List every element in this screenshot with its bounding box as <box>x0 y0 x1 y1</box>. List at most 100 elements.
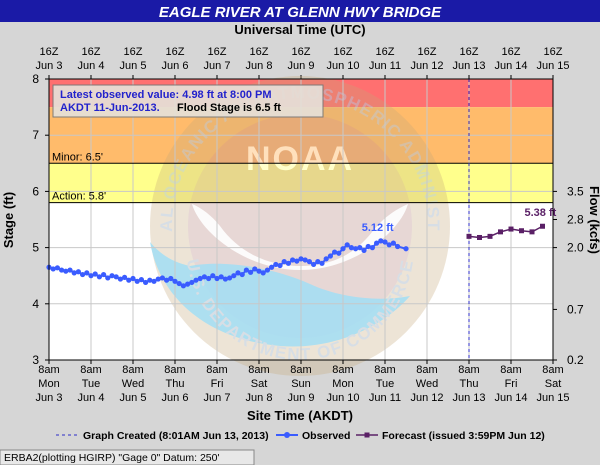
bottom-tick-label-day: Tue <box>376 378 395 390</box>
bottom-tick-label-time: 8am <box>164 364 185 376</box>
top-axis-label: Universal Time (UTC) <box>234 22 365 37</box>
legend-observed-marker <box>284 432 290 438</box>
bottom-tick-label-time: 8am <box>248 364 269 376</box>
callout-line-2: AKDT 11-Jun-2013. <box>60 102 160 114</box>
observed-point <box>285 260 291 266</box>
bottom-tick-label-day: Fri <box>211 378 224 390</box>
bottom-axis-ticks: 8am Mon Jun 3 8am Tue Jun 4 8am Wed Jun 5 8am Thu J… <box>36 360 570 404</box>
bottom-tick-label-day: Thu <box>166 378 185 390</box>
observed-point <box>403 246 409 252</box>
top-tick-label-utc: 16Z <box>418 46 437 58</box>
bottom-tick-label-time: 8am <box>38 364 59 376</box>
bottom-tick-label-day: Sun <box>291 378 311 390</box>
bottom-tick-label-day: Fri <box>505 378 518 390</box>
top-tick-label-utc: 16Z <box>250 46 269 58</box>
top-tick-label-utc: 16Z <box>292 46 311 58</box>
top-tick-label-utc: 16Z <box>166 46 185 58</box>
legend: Graph Created (8:01AM Jun 13, 2013) Obse… <box>56 430 545 442</box>
threshold-label-0: Minor: 6.5' <box>52 151 103 163</box>
top-tick-label-utc: 16Z <box>334 46 353 58</box>
observed-point <box>340 246 346 252</box>
observed-point <box>369 245 375 251</box>
bottom-tick-label-date: Jun 5 <box>120 392 147 404</box>
bottom-tick-label-date: Jun 8 <box>246 392 273 404</box>
noaa-logo-text: NOAA <box>246 140 354 178</box>
top-tick-label-utc: 16Z <box>502 46 521 58</box>
legend-forecast-marker <box>364 432 370 438</box>
bottom-tick-label-time: 8am <box>542 364 563 376</box>
top-tick-label-date: Jun 15 <box>536 60 569 72</box>
bottom-tick-label-date: Jun 6 <box>162 392 189 404</box>
y-axis-ticks: 345678 <box>32 72 49 367</box>
callout-line-1: Latest observed value: 4.98 ft at 8:00 P… <box>60 89 272 101</box>
top-tick-label-date: Jun 6 <box>162 60 189 72</box>
observed-point <box>101 271 107 278</box>
bottom-tick-label-time: 8am <box>206 364 227 376</box>
bottom-tick-label-day: Wed <box>122 378 144 390</box>
bottom-tick-label-date: Jun 12 <box>410 392 443 404</box>
top-tick-label-utc: 16Z <box>124 46 143 58</box>
forecast-point <box>487 233 493 239</box>
threshold-label-1: Action: 5.8' <box>52 191 106 203</box>
legend-graph-created: Graph Created (8:01AM Jun 13, 2013) <box>83 430 269 442</box>
top-tick-label-date: Jun 8 <box>246 60 273 72</box>
bottom-tick-label-date: Jun 13 <box>452 392 485 404</box>
forecast-point <box>498 229 503 235</box>
y2-tick-label: 2.8 <box>567 213 584 227</box>
top-tick-label-utc: 16Z <box>40 46 59 58</box>
bottom-tick-label-day: Mon <box>332 378 353 390</box>
y2-tick-label: 2.0 <box>567 241 584 255</box>
forecast-point <box>477 234 482 240</box>
bottom-tick-label-time: 8am <box>290 364 311 376</box>
bottom-tick-label-date: Jun 14 <box>494 392 527 404</box>
bottom-tick-label-day: Thu <box>460 378 479 390</box>
bottom-tick-label-time: 8am <box>500 364 521 376</box>
forecast-point <box>508 226 514 232</box>
y-tick-label: 4 <box>32 297 39 311</box>
bottom-tick-label-day: Mon <box>38 378 59 390</box>
forecast-point <box>529 229 535 235</box>
x-axis-label: Site Time (AKDT) <box>247 408 353 423</box>
y-axis-label: Stage (ft) <box>1 192 16 248</box>
top-axis-ticks: 16Z Jun 3 16Z Jun 4 16Z Jun 5 16Z Jun 6 16Z Jun 7… <box>36 46 570 79</box>
chart-title: EAGLE RIVER AT GLENN HWY BRIDGE <box>159 4 442 21</box>
bottom-tick-label-date: Jun 10 <box>326 392 359 404</box>
y2-axis-label: Flow (kcfs) <box>587 186 600 254</box>
observed-point <box>336 250 342 256</box>
bottom-tick-label-time: 8am <box>332 364 353 376</box>
hydrograph-chart: EAGLE RIVER AT GLENN HWY BRIDGE Universa… <box>0 0 600 465</box>
top-tick-label-date: Jun 4 <box>78 60 105 72</box>
bottom-tick-label-date: Jun 15 <box>536 392 569 404</box>
bottom-tick-label-date: Jun 4 <box>78 392 105 404</box>
forecast-point <box>540 223 545 229</box>
observed-peak-label: 5.12 ft <box>362 222 394 234</box>
observed-point <box>277 262 283 269</box>
bottom-tick-label-time: 8am <box>458 364 479 376</box>
bottom-tick-label-time: 8am <box>374 364 395 376</box>
top-tick-label-utc: 16Z <box>82 46 101 58</box>
y2-axis-ticks: 0.2 0.7 2.0 2.8 3.5 <box>553 184 584 367</box>
top-tick-label-date: Jun 10 <box>326 60 359 72</box>
y-tick-label: 8 <box>32 72 39 86</box>
bottom-tick-label-date: Jun 11 <box>369 392 401 404</box>
observed-point <box>361 247 367 254</box>
legend-observed: Observed <box>302 430 350 442</box>
y-tick-label: 7 <box>32 128 39 142</box>
top-tick-label-utc: 16Z <box>460 46 479 58</box>
bottom-tick-label-time: 8am <box>416 364 437 376</box>
top-tick-label-date: Jun 5 <box>120 60 147 72</box>
bottom-tick-label-time: 8am <box>80 364 101 376</box>
y-tick-label: 5 <box>32 241 39 255</box>
bottom-tick-label-date: Jun 7 <box>204 392 231 404</box>
latest-value-callout: Latest observed value: 4.98 ft at 8:00 P… <box>52 84 324 118</box>
top-tick-label-date: Jun 7 <box>204 60 231 72</box>
top-tick-label-date: Jun 13 <box>452 60 485 72</box>
y2-tick-label: 3.5 <box>567 184 584 198</box>
y2-tick-label: 0.7 <box>567 302 584 316</box>
observed-point <box>390 240 396 246</box>
top-tick-label-date: Jun 14 <box>494 60 527 72</box>
bottom-tick-label-day: Wed <box>416 378 438 390</box>
gauge-info-text: ERBA2(plotting HGIRP) "Gage 0" Datum: 25… <box>4 452 219 464</box>
observed-point <box>248 269 254 275</box>
top-tick-label-utc: 16Z <box>376 46 395 58</box>
